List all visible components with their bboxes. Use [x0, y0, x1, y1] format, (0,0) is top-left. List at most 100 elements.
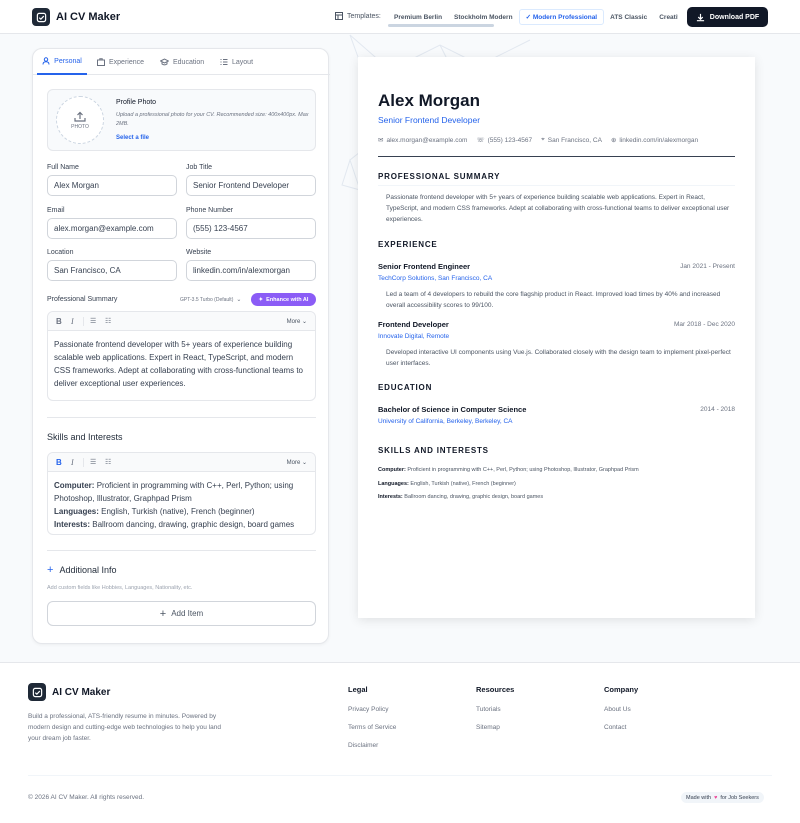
- skill-line: Interests: Ballroom dancing, drawing, gr…: [378, 494, 544, 500]
- resume-title: Senior Frontend Developer: [378, 115, 481, 125]
- upload-icon: [74, 111, 86, 122]
- footer-link-disclaimer[interactable]: Disclaimer: [348, 742, 378, 749]
- bullet-list-icon[interactable]: ☰: [90, 317, 96, 325]
- skill-line: Computer: Proficient in programming with…: [378, 467, 639, 473]
- phone-icon: ☏: [476, 137, 485, 144]
- check-icon: ✓: [525, 14, 533, 21]
- footer-heading-company: Company: [604, 685, 639, 694]
- job-dates: Jan 2021 - Present: [680, 263, 735, 270]
- footer-link-about[interactable]: About Us: [604, 706, 631, 713]
- resume-contact: ✉ alex.morgan@example.com ☏ (555) 123-4567…: [378, 136, 699, 144]
- briefcase-icon: [97, 58, 105, 66]
- more-menu[interactable]: More ⌄: [287, 459, 307, 466]
- footer-link-privacy[interactable]: Privacy Policy: [348, 706, 388, 713]
- experience-heading: EXPERIENCE: [378, 240, 438, 249]
- additional-info-toggle[interactable]: + Additional Info: [47, 564, 116, 576]
- numbered-list-icon[interactable]: ☷: [105, 317, 111, 325]
- footer-heading-legal: Legal: [348, 685, 368, 694]
- add-item-button[interactable]: + Add Item: [47, 601, 316, 626]
- education-heading: EDUCATION: [378, 383, 433, 392]
- tab-layout[interactable]: Layout: [220, 49, 253, 75]
- footer-link-sitemap[interactable]: Sitemap: [476, 724, 500, 731]
- website-input[interactable]: linkedin.com/in/alexmorgan: [186, 260, 316, 281]
- footer-divider: [28, 775, 772, 776]
- template-ats-classic[interactable]: ATS Classic: [604, 11, 653, 24]
- resume-summary: Passionate frontend developer with 5+ ye…: [386, 194, 730, 223]
- map-pin-icon: ⌖: [541, 136, 545, 143]
- editor-tabs: Personal Experience Education Layout: [33, 49, 330, 75]
- location-input[interactable]: San Francisco, CA: [47, 260, 177, 281]
- app-name: AI CV Maker: [56, 11, 121, 23]
- enhance-ai-button[interactable]: ✦ Enhance with AI: [251, 293, 316, 306]
- job-company: TechCorp Solutions, San Francisco, CA: [378, 275, 493, 282]
- additional-hint: Add custom fields like Hobbies, Language…: [47, 585, 193, 591]
- education-dates: 2014 - 2018: [700, 406, 735, 413]
- footer: AI CV Maker Build a professional, ATS-fr…: [0, 662, 800, 823]
- mail-icon: ✉: [378, 137, 384, 144]
- resume-preview: Alex Morgan Senior Frontend Developer ✉ a…: [358, 57, 755, 618]
- sparkle-icon: ✦: [258, 296, 264, 303]
- profile-photo-section: PHOTO Profile Photo Upload a professiona…: [47, 89, 316, 151]
- footer-logo[interactable]: AI CV Maker: [28, 683, 110, 701]
- app-header: AI CV Maker Templates: Premium Berlin St…: [0, 0, 800, 34]
- summary-heading: PROFESSIONAL SUMMARY: [378, 172, 501, 181]
- heart-icon: ♥: [714, 794, 718, 801]
- template-creative-dark[interactable]: Creative Dark: [653, 11, 678, 24]
- summary-text: Passionate frontend developer with 5+ ye…: [54, 340, 303, 388]
- skills-toolbar: B I ☰ ☷ More ⌄: [48, 453, 315, 472]
- full-name-input[interactable]: Alex Morgan: [47, 175, 177, 196]
- skills-text: Computer: Proficient in programming with…: [54, 479, 309, 531]
- more-menu[interactable]: More ⌄: [287, 318, 307, 325]
- phone-input[interactable]: (555) 123-4567: [186, 218, 316, 239]
- graduation-cap-icon: [160, 58, 169, 66]
- template-premium-berlin[interactable]: Premium Berlin: [388, 11, 448, 24]
- skill-line: Languages: English, Turkish (native), Fr…: [378, 481, 516, 487]
- footer-heading-resources: Resources: [476, 685, 515, 694]
- summary-editor[interactable]: B I ☰ ☷ More ⌄ Passionate frontend devel…: [47, 311, 316, 401]
- download-pdf-button[interactable]: Download PDF: [687, 7, 768, 27]
- job-title-label: Job Title: [186, 164, 213, 171]
- photo-title: Profile Photo: [116, 99, 157, 106]
- chevron-down-icon: ⌄: [236, 297, 242, 303]
- app-logo[interactable]: AI CV Maker: [32, 8, 120, 26]
- skills-heading: SKILLS AND INTERESTS: [378, 446, 489, 455]
- skill-line: Computer: Proficient in programming with…: [54, 481, 294, 503]
- photo-upload-area[interactable]: PHOTO: [56, 96, 104, 144]
- template-scrollbar[interactable]: [388, 24, 494, 27]
- phone-label: Phone Number: [186, 207, 234, 214]
- user-icon: [42, 57, 50, 65]
- italic-icon[interactable]: I: [71, 317, 74, 326]
- copyright: © 2026 AI CV Maker. All rights reserved.: [28, 794, 145, 801]
- job-role: Frontend Developer: [378, 320, 449, 329]
- skills-editor[interactable]: B I ☰ ☷ More ⌄ Computer: Proficient in p…: [47, 452, 316, 535]
- full-name-label: Full Name: [47, 164, 79, 171]
- degree: Bachelor of Science in Computer Science: [378, 405, 527, 414]
- divider: [47, 550, 316, 551]
- skill-line: Languages: English, Turkish (native), Fr…: [54, 507, 255, 516]
- bullet-list-icon[interactable]: ☰: [90, 458, 96, 466]
- template-modern-professional[interactable]: ✓ Modern Professional: [518, 9, 605, 25]
- globe-icon: ⊕: [610, 137, 617, 144]
- numbered-list-icon[interactable]: ☷: [105, 458, 111, 466]
- resume-name: Alex Morgan: [378, 91, 481, 110]
- job-title-input[interactable]: Senior Frontend Developer: [186, 175, 316, 196]
- footer-link-tutorials[interactable]: Tutorials: [476, 706, 501, 713]
- skills-title: Skills and Interests: [47, 432, 123, 442]
- tab-personal[interactable]: Personal: [37, 49, 87, 75]
- plus-icon: +: [159, 607, 167, 620]
- model-select[interactable]: GPT-3.5 Turbo (Default) ⌄: [180, 296, 242, 304]
- tab-experience[interactable]: Experience: [97, 49, 144, 75]
- bold-icon[interactable]: B: [56, 458, 62, 467]
- footer-description: Build a professional, ATS-friendly resum…: [28, 713, 221, 742]
- select-file-link[interactable]: Select a file: [116, 135, 149, 141]
- bold-icon[interactable]: B: [56, 317, 62, 326]
- template-stockholm-modern[interactable]: Stockholm Modern: [448, 11, 519, 24]
- tab-education[interactable]: Education: [160, 49, 204, 75]
- job-company: Innovate Digital, Remote: [378, 333, 450, 340]
- footer-link-contact[interactable]: Contact: [604, 724, 626, 731]
- email-label: Email: [47, 207, 65, 214]
- summary-toolbar: B I ☰ ☷ More ⌄: [48, 312, 315, 331]
- email-input[interactable]: alex.morgan@example.com: [47, 218, 177, 239]
- italic-icon[interactable]: I: [71, 458, 74, 467]
- footer-link-terms[interactable]: Terms of Service: [348, 724, 396, 731]
